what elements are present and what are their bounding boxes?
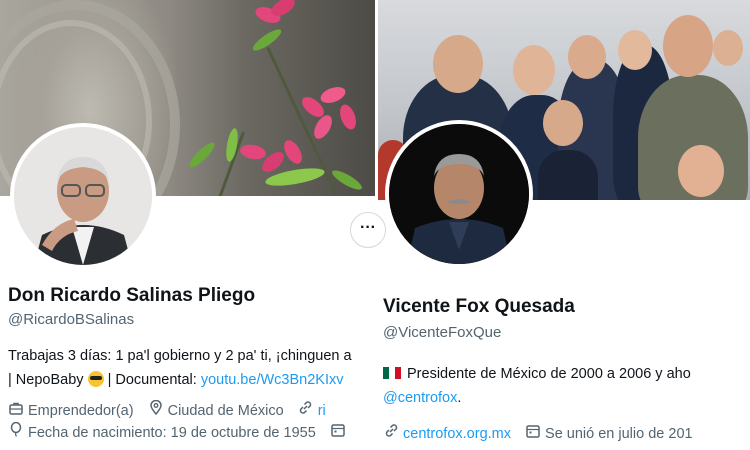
avatar-portrait [389, 124, 529, 264]
avatar[interactable] [385, 120, 533, 268]
profile-ricardo-salinas: Don Ricardo Salinas Pliego @RicardoBSali… [0, 0, 375, 450]
crowd-person [618, 30, 652, 70]
bio-line: Presidente de México de 2000 a 2006 y ah… [383, 362, 691, 386]
crowd-person [568, 35, 606, 79]
bio-mention-link[interactable]: @centrofox [383, 390, 457, 406]
user-handle: @RicardoBSalinas [8, 311, 135, 328]
birthday-item: Fecha de nacimiento: 19 de octubre de 19… [8, 421, 316, 441]
bio-line: @centrofox. [383, 386, 691, 410]
avatar[interactable] [10, 123, 156, 269]
bio-text-segment: . [457, 390, 462, 406]
crowd-person [543, 100, 583, 146]
profession-label: Emprendedor(a) [28, 403, 134, 419]
bio-line: | NepoBaby | Documental: youtu.be/Wc3Bn2… [8, 368, 352, 392]
more-options-button[interactable]: ··· [350, 212, 386, 248]
bio-text-segment: | NepoBaby [8, 372, 84, 388]
more-options-icon: ··· [360, 219, 376, 236]
meta-row: Emprendedor(a) Ciudad de México ri [8, 399, 350, 422]
location-pin-icon [148, 399, 164, 419]
sunglasses-emoji-icon [87, 371, 104, 387]
joined-item: Se unió en julio de 201 [525, 424, 693, 442]
website-item[interactable]: centrofox.org.mx [383, 423, 511, 442]
display-name: Don Ricardo Salinas Pliego [8, 285, 256, 306]
profile-meta: centrofox.org.mx Se unió en julio de 201 [383, 423, 703, 442]
bio-text: Trabajas 3 días: 1 pa'l gobierno y 2 pa'… [8, 344, 352, 392]
link-icon [383, 423, 399, 442]
screenshot: Don Ricardo Salinas Pliego @RicardoBSali… [0, 0, 750, 450]
flower-petal [336, 102, 360, 132]
calendar-icon [330, 423, 346, 441]
location-item: Ciudad de México [148, 399, 284, 419]
display-name: Vicente Fox Quesada [383, 296, 575, 317]
bio-text-segment: Presidente de México de 2000 a 2006 y ah… [407, 366, 691, 382]
website-link[interactable]: ri [318, 403, 326, 419]
flower-petal [310, 112, 336, 142]
location-label: Ciudad de México [167, 403, 284, 419]
bio-text-segment: | Documental: [107, 372, 201, 388]
bio-text: Presidente de México de 2000 a 2006 y ah… [383, 362, 691, 410]
meta-row: Fecha de nacimiento: 19 de octubre de 19… [8, 421, 350, 444]
crowd-person [663, 15, 713, 77]
bio-line: Trabajas 3 días: 1 pa'l gobierno y 2 pa'… [8, 348, 352, 364]
user-handle: @VicenteFoxQue [383, 324, 502, 341]
website-link[interactable]: centrofox.org.mx [403, 426, 511, 442]
flower-petal [318, 83, 348, 107]
balloon-icon [8, 421, 24, 441]
crowd-person [538, 150, 598, 200]
profile-meta: Emprendedor(a) Ciudad de México ri Fecha… [8, 399, 350, 444]
mexico-flag-icon [383, 367, 401, 379]
crowd-person [713, 30, 743, 66]
avatar-portrait [14, 127, 152, 265]
leaf [186, 139, 218, 171]
website-item[interactable]: ri [298, 400, 326, 419]
joined-label: Se unió en julio de 201 [545, 426, 693, 442]
link-icon [298, 400, 314, 419]
briefcase-icon [8, 402, 24, 419]
birthday-label: Fecha de nacimiento: 19 de octubre de 19… [28, 425, 316, 441]
crowd-person [513, 45, 555, 95]
profession-item: Emprendedor(a) [8, 402, 134, 419]
crowd-person [678, 145, 724, 197]
flower-petal [280, 137, 306, 167]
profile-vicente-fox: Vicente Fox Quesada @VicenteFoxQue Presi… [378, 0, 750, 450]
flower-petal [238, 142, 268, 162]
crowd-person [433, 35, 483, 93]
calendar-icon [525, 424, 541, 442]
bio-link[interactable]: youtu.be/Wc3Bn2KIxv [201, 372, 344, 388]
